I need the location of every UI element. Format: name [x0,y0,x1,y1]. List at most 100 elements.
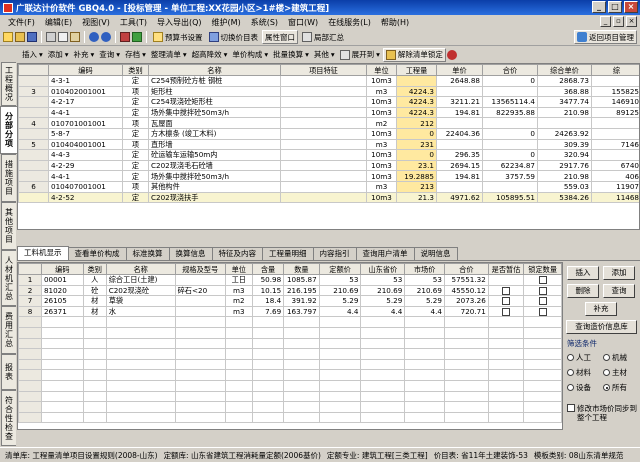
cell-price[interactable] [436,117,483,129]
save-icon[interactable] [27,32,37,42]
bcol-total[interactable]: 合价 [443,263,489,275]
cell-code[interactable]: 4-2-29 [48,159,123,172]
bcol-province-price[interactable]: 山东省价 [360,263,406,275]
bcell-quota[interactable]: 210.69 [318,284,362,297]
supplement-material-button[interactable]: 补充 [585,302,617,316]
cell-code[interactable]: 010404001001 [48,138,123,151]
cell-name[interactable]: C254现浇砼矩形柱 [148,96,281,108]
bcell-content[interactable]: 10.15 [251,284,285,297]
add-material-button[interactable]: 添加 [603,266,635,280]
table-row[interactable]: 4-4-1 定场外集中搅拌砼50m3/h 10m3 19.2885 194.81 3757… [18,170,639,182]
cell-unit[interactable]: m3 [366,180,397,193]
cell-total[interactable] [482,117,538,129]
provisional-cell[interactable] [487,284,525,297]
bcol-spec[interactable]: 规格及型号 [174,263,226,275]
cell-total[interactable]: 3757.59 [482,170,538,182]
bcell-sd[interactable]: 210.69 [360,284,406,297]
new-icon[interactable] [3,32,13,42]
cell-price[interactable] [436,85,483,98]
cell-tot2[interactable] [591,127,639,140]
bcell-unit[interactable]: m3 [224,284,253,297]
cell-unit[interactable]: 10m3 [366,149,397,161]
query-material-button[interactable]: 查询 [603,284,635,298]
provisional-checkbox[interactable] [502,286,511,295]
cell-qty[interactable]: 4224.3 [396,106,437,119]
bcell-total[interactable]: 2073.26 [443,295,489,307]
add-button[interactable]: 添加 ▾ [46,48,71,62]
copy-icon[interactable] [58,32,68,42]
check-icon[interactable] [132,32,142,42]
col-code[interactable]: 编码 [48,64,123,76]
provisional-checkbox[interactable] [502,308,511,316]
bcol-lock-qty[interactable]: 锁定数量 [523,263,562,275]
tab-quantity-detail[interactable]: 工程量明细 [262,247,314,260]
cell-type[interactable]: 定 [122,170,149,182]
height-reduction-button[interactable]: 超高降效 ▾ [190,48,230,62]
cell-feature[interactable] [280,138,367,151]
cell-total[interactable] [482,180,538,193]
table-row[interactable]: 4-4-1 定场外集中搅拌砼50m3/h 10m3 4224.3 194.81 82293… [18,106,639,119]
doc-close-button[interactable]: × [626,16,637,27]
bcol-qty[interactable]: 数量 [283,263,320,275]
minimize-button[interactable]: _ [592,1,606,13]
cell-tot2[interactable] [591,149,639,161]
cell-qty[interactable]: 231 [396,138,437,151]
col-total2[interactable]: 综 [591,64,639,76]
tab-items[interactable]: 分部分项 [0,106,17,154]
bcell-code[interactable]: 81020 [40,284,84,297]
query-button[interactable]: 查询 ▾ [97,48,122,62]
cell-name[interactable]: 砼运输车运输50m内 [148,149,281,161]
cell-type[interactable]: 定 [122,96,149,108]
back-to-project-button[interactable]: 返回项目管理 [574,30,637,44]
cell-qty[interactable]: 4224.3 [396,96,437,108]
col-type[interactable]: 类别 [122,64,149,76]
cell-name[interactable]: 场外集中搅拌砼50m3/h [148,106,281,119]
cell-unit[interactable]: 10m3 [366,127,397,140]
cell-unit_price[interactable]: 320.94 [537,149,592,161]
lock-qty-checkbox[interactable] [538,276,547,285]
cell-price[interactable] [436,180,483,193]
radio-labor[interactable] [567,354,574,361]
bcell-name[interactable]: C202现浇砼 [105,284,176,297]
table-row[interactable]: 4-2-29 定 C202现浇毛石砼墙 10m3 23.1 2694.15 62234.87… [18,159,639,172]
bcell-quota[interactable]: 5.29 [318,295,362,307]
cell-code[interactable]: 010701001001 [48,117,123,129]
cell-feature[interactable] [280,117,367,129]
cell-tot2[interactable]: 6740 [591,159,639,172]
cell-code[interactable]: 010407001001 [48,180,123,193]
cell-total[interactable]: 0 [482,149,538,161]
cell-type[interactable]: 定 [122,75,149,87]
bcol-type[interactable]: 类别 [82,263,107,275]
tab-description[interactable]: 说明信息 [413,247,458,260]
bcell-spec[interactable] [174,295,226,307]
cell-feature[interactable] [280,159,367,172]
cell-name[interactable]: 直形墙 [148,138,281,151]
lock-qty-checkbox[interactable] [538,297,547,306]
cell-unit[interactable]: 10m3 [366,106,397,119]
cell-price[interactable]: 194.81 [436,106,483,119]
bcell-sd[interactable]: 4.4 [360,305,406,318]
bcol-provisional[interactable]: 是否暂估 [487,263,525,275]
bcell-market[interactable]: 53 [404,274,445,286]
table-row[interactable]: 4-3-1 定 C254预制砼方桩 钢桩 10m3 2648.88 0 2868.73 [18,75,639,87]
bcol-content[interactable]: 含量 [251,263,285,275]
expand-to-button[interactable]: 展开到 ▾ [338,48,382,62]
cell-unit[interactable]: m3 [366,85,397,98]
cell-price[interactable]: 2694.15 [436,159,483,172]
other-button[interactable]: 其他 ▾ [312,48,337,62]
cell-price[interactable]: 3211.21 [436,96,483,108]
bcell-name[interactable]: 草袋 [105,295,176,307]
bcell-type[interactable]: 材 [82,295,107,307]
col-qty[interactable]: 工程量 [396,64,437,76]
table-row[interactable]: 5 010404001001 项直形墙 m3 231 309.39 7146 [18,138,639,151]
cell-code[interactable]: 4-2-52 [48,191,123,204]
table-row[interactable]: 4-2-52 定 C202现浇扶手 10m3 21.3 4971.62 105895.51 5… [18,191,639,204]
provisional-cell[interactable] [487,305,525,318]
cell-feature[interactable] [280,96,367,108]
radio-all[interactable] [603,384,610,391]
cell-price[interactable]: 4971.62 [436,191,483,204]
cell-type[interactable]: 项 [122,138,149,151]
table-row[interactable]: 5-8-7 定方木檩条 (竣工木料) 10m3 0 22404.36 0 24263.92 [18,127,639,140]
cell-type[interactable]: 项 [122,85,149,98]
tab-measures[interactable]: 措施项目 [1,154,16,202]
